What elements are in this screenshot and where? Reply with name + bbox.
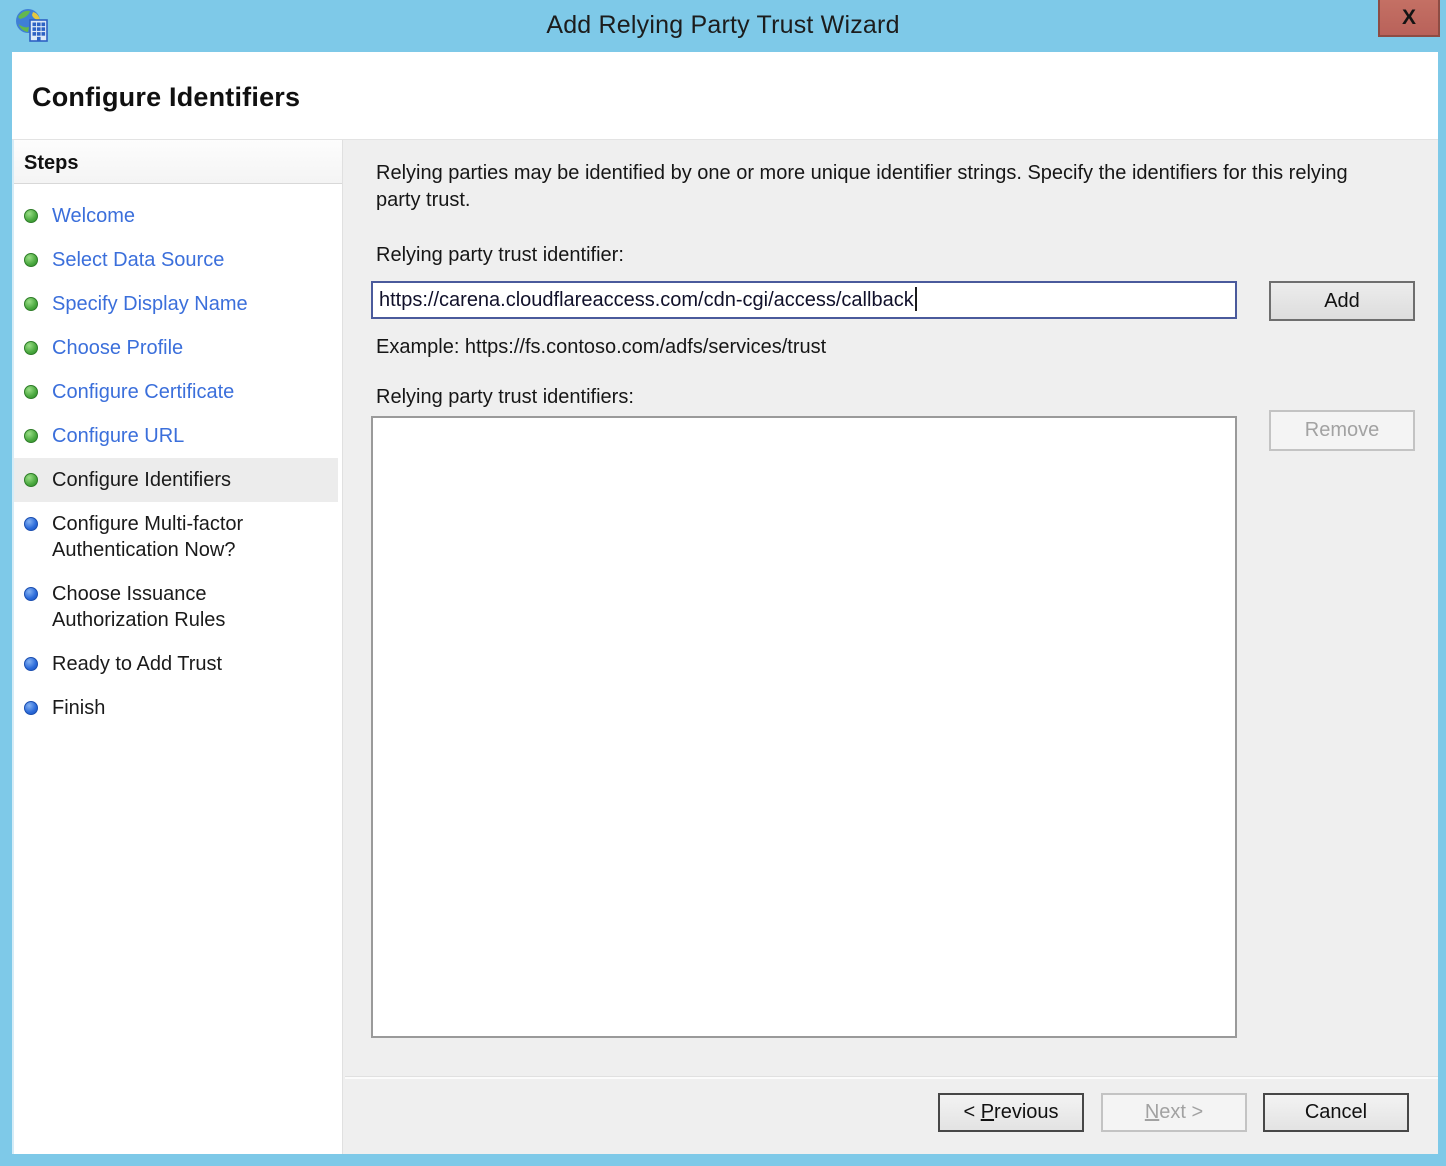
main-panel: Relying parties may be identified by one…	[342, 140, 1438, 1154]
remove-button[interactable]: Remove	[1269, 410, 1415, 451]
steps-title: Steps	[14, 140, 342, 184]
identifier-input-value: https://carena.cloudflareaccess.com/cdn-…	[379, 289, 914, 311]
step-item-finish: Finish	[14, 686, 342, 730]
identifier-label: Relying party trust identifier:	[376, 244, 624, 267]
steps-list: Welcome Select Data Source Specify Display…	[14, 184, 342, 730]
step-label: Choose Issuance Authorization Rules	[52, 581, 312, 633]
previous-button[interactable]: < Previous	[938, 1093, 1084, 1132]
completed-step-bullet-icon	[24, 253, 38, 267]
step-item-welcome[interactable]: Welcome	[14, 194, 342, 238]
step-label: Finish	[52, 695, 105, 721]
step-item-configure-url[interactable]: Configure URL	[14, 414, 342, 458]
completed-step-bullet-icon	[24, 341, 38, 355]
step-item-configure-multi-factor-authentication-now: Configure Multi-factor Authentication No…	[14, 502, 342, 572]
step-item-ready-to-add-trust: Ready to Add Trust	[14, 642, 342, 686]
step-label: Configure Identifiers	[52, 467, 231, 493]
completed-step-bullet-icon	[24, 297, 38, 311]
previous-label: <	[963, 1101, 980, 1124]
step-item-configure-identifiers: Configure Identifiers	[14, 458, 338, 502]
intro-text: Relying parties may be identified by one…	[376, 160, 1376, 214]
text-caret-icon	[915, 287, 917, 311]
footer-separator	[345, 1076, 1438, 1079]
step-label: Configure Certificate	[52, 379, 234, 405]
titlebar: Add Relying Party Trust Wizard X	[0, 0, 1446, 52]
next-button[interactable]: Next >	[1101, 1093, 1247, 1132]
completed-step-bullet-icon	[24, 385, 38, 399]
pending-step-bullet-icon	[24, 657, 38, 671]
completed-step-bullet-icon	[24, 429, 38, 443]
page-heading: Configure Identifiers	[32, 82, 300, 113]
step-label: Choose Profile	[52, 335, 183, 361]
identifiers-label: Relying party trust identifiers:	[376, 386, 634, 409]
page-header: Configure Identifiers	[12, 52, 1438, 140]
add-button[interactable]: Add	[1269, 281, 1415, 321]
window-title: Add Relying Party Trust Wizard	[0, 0, 1446, 52]
cancel-button[interactable]: Cancel	[1263, 1093, 1409, 1132]
step-item-specify-display-name[interactable]: Specify Display Name	[14, 282, 342, 326]
wizard-page: Configure Identifiers Steps Welcome Selec…	[12, 52, 1438, 1154]
step-item-choose-issuance-authorization-rules: Choose Issuance Authorization Rules	[14, 572, 342, 642]
step-label: Welcome	[52, 203, 135, 229]
identifier-input[interactable]: https://carena.cloudflareaccess.com/cdn-…	[371, 281, 1237, 319]
close-button[interactable]: X	[1378, 0, 1440, 37]
step-item-choose-profile[interactable]: Choose Profile	[14, 326, 342, 370]
completed-step-bullet-icon	[24, 473, 38, 487]
step-label: Specify Display Name	[52, 291, 248, 317]
next-label: N	[1145, 1101, 1159, 1124]
step-label: Select Data Source	[52, 247, 224, 273]
pending-step-bullet-icon	[24, 587, 38, 601]
example-text: Example: https://fs.contoso.com/adfs/ser…	[376, 336, 826, 359]
step-item-configure-certificate[interactable]: Configure Certificate	[14, 370, 342, 414]
step-label: Configure Multi-factor Authentication No…	[52, 511, 312, 563]
window: { "window": { "title": "Add Relying Part…	[0, 0, 1446, 1166]
step-label: Ready to Add Trust	[52, 651, 222, 677]
identifiers-listbox[interactable]	[371, 416, 1237, 1038]
steps-panel: Steps Welcome Select Data Source Specify D…	[12, 140, 342, 1154]
adfs-app-icon	[14, 7, 50, 43]
step-label: Configure URL	[52, 423, 184, 449]
pending-step-bullet-icon	[24, 517, 38, 531]
step-item-select-data-source[interactable]: Select Data Source	[14, 238, 342, 282]
completed-step-bullet-icon	[24, 209, 38, 223]
pending-step-bullet-icon	[24, 701, 38, 715]
